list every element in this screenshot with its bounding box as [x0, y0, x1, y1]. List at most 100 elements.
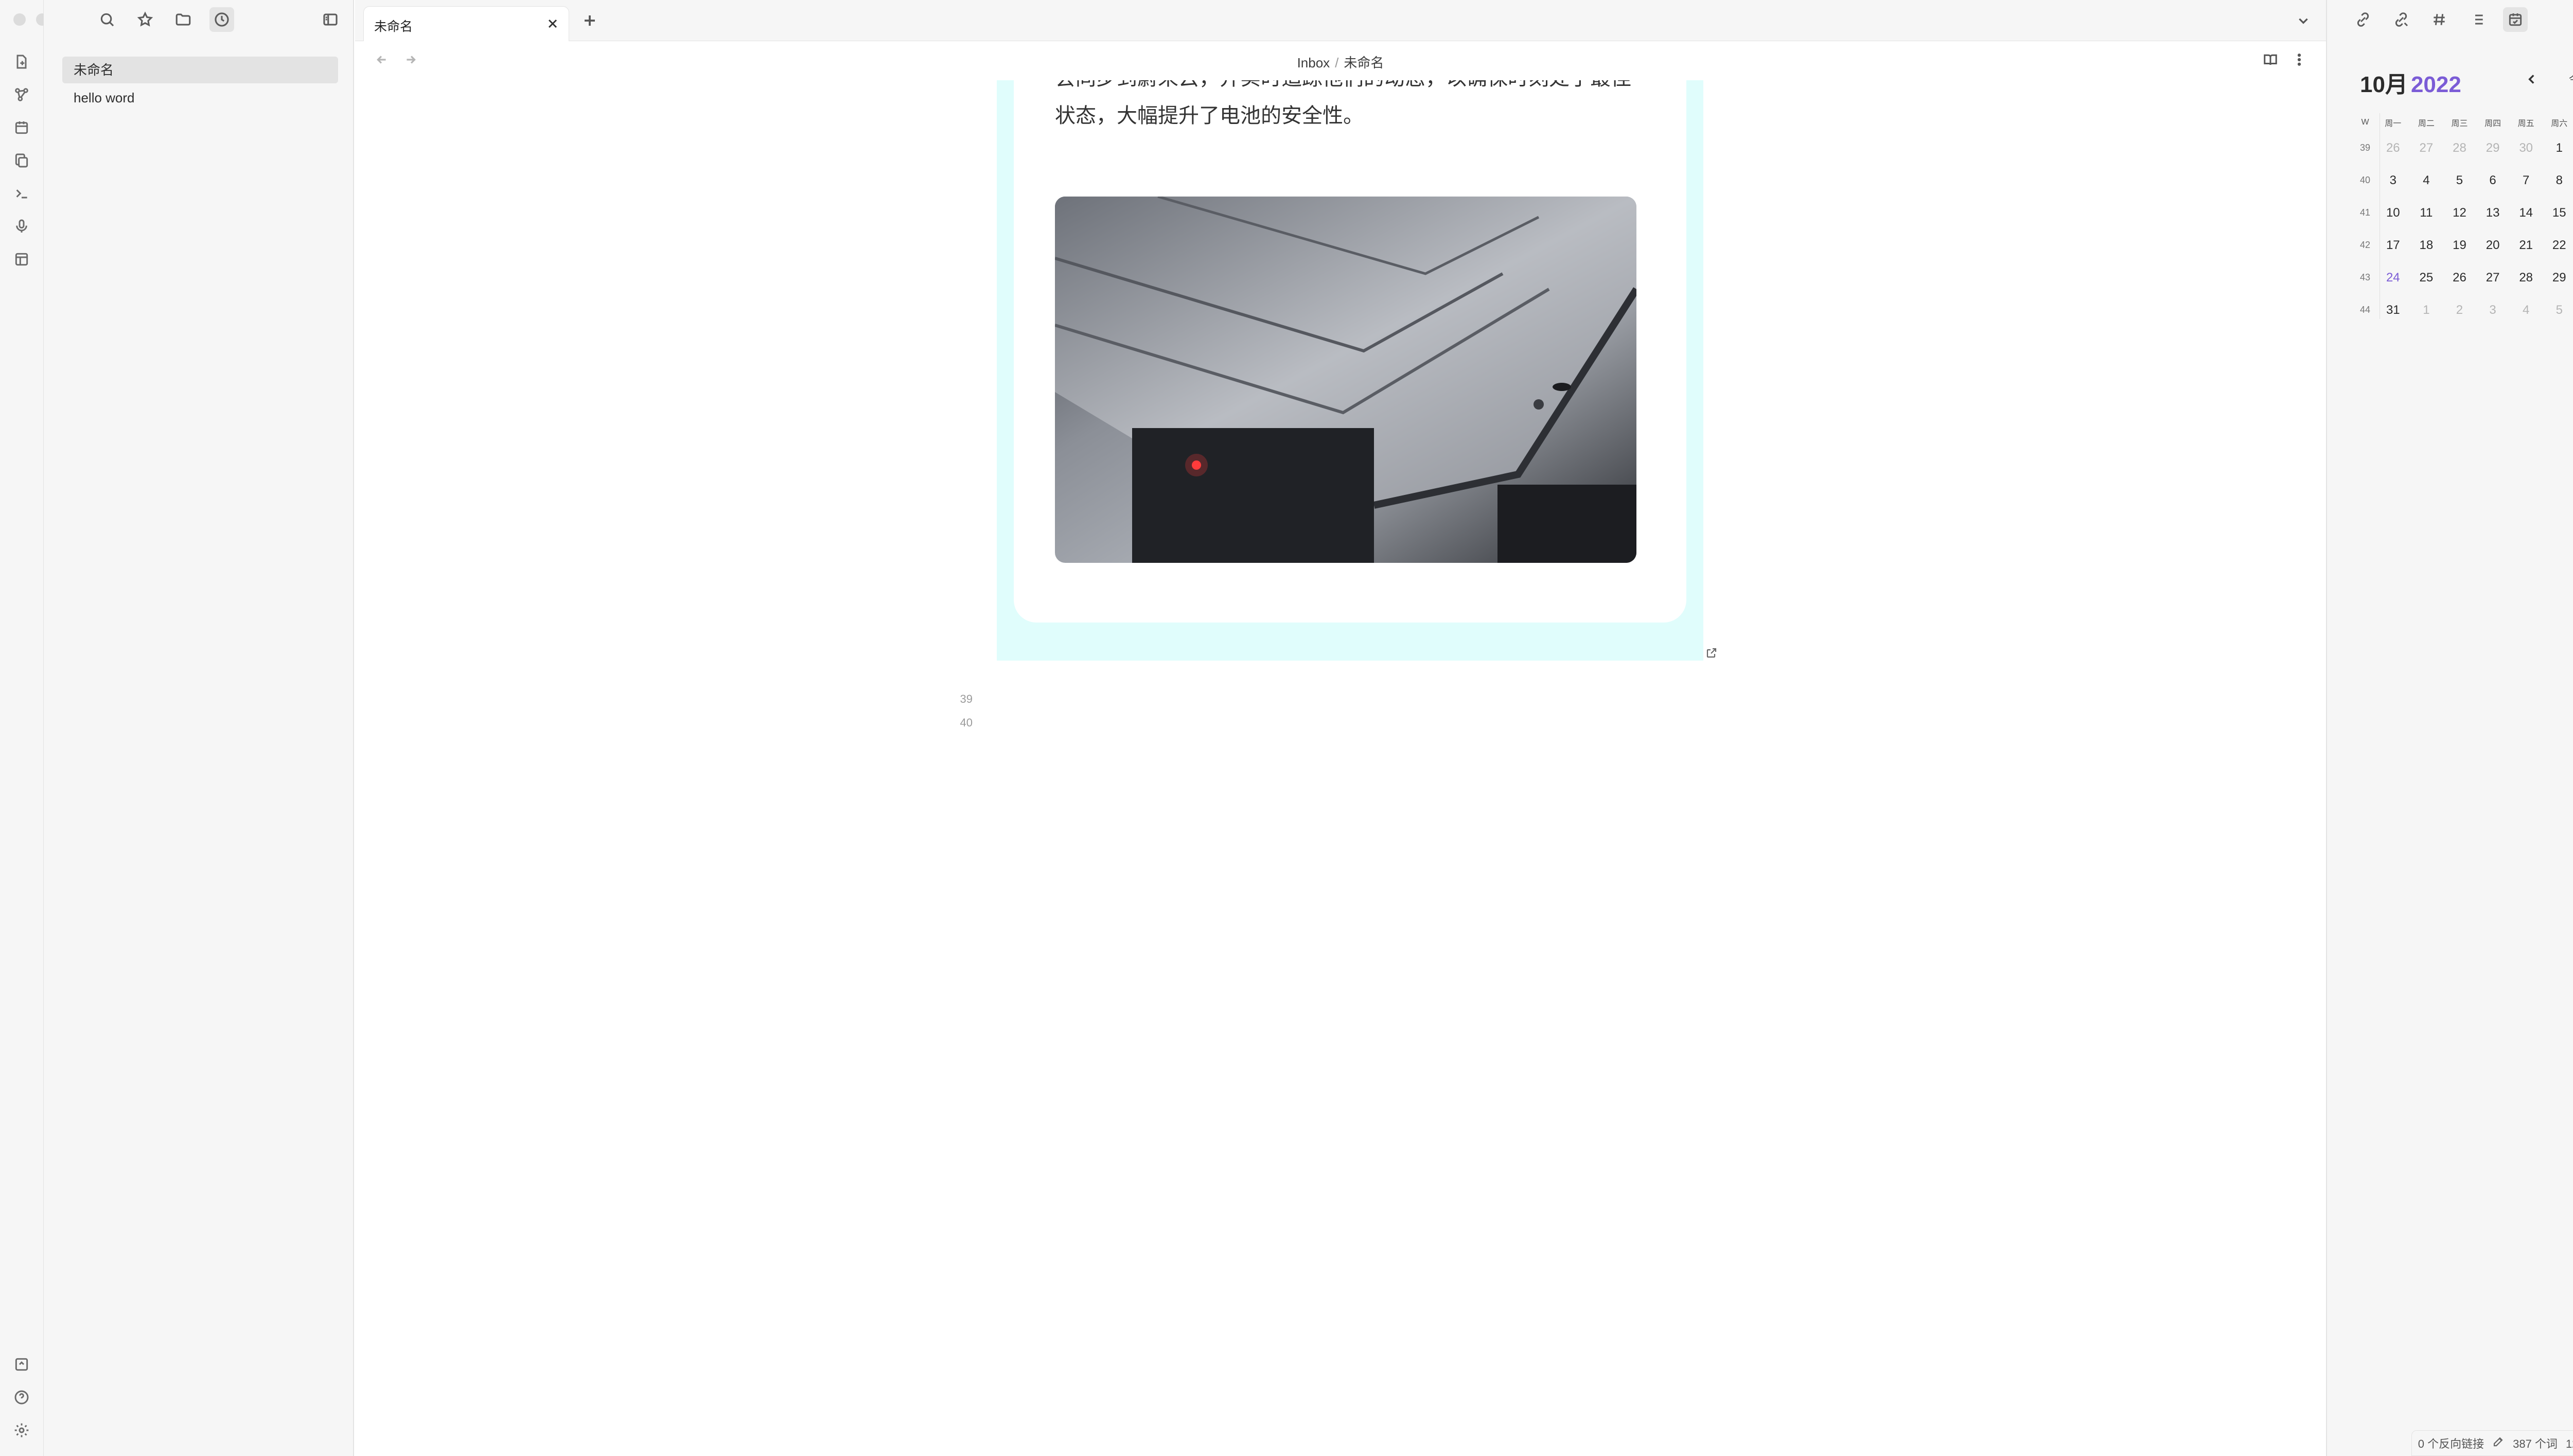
calendar-day[interactable]: 10 [2376, 206, 2410, 220]
right-sidebar-toolbar [2327, 7, 2573, 32]
calendar-week-row: 4110111213141516 [2354, 197, 2573, 229]
folder-icon[interactable] [171, 7, 196, 32]
line-number: 39 [960, 693, 973, 705]
search-icon[interactable] [95, 7, 119, 32]
calendar-day[interactable]: 14 [2509, 206, 2543, 220]
open-link-icon[interactable] [1703, 645, 1720, 661]
word-count: 387 个词 [2513, 1437, 2558, 1450]
calendar-day[interactable]: 18 [2410, 238, 2443, 253]
calendar-day[interactable]: 26 [2443, 271, 2476, 285]
file-item-untitled[interactable]: 未命名 [62, 57, 338, 83]
more-options-icon[interactable] [2288, 48, 2311, 71]
calendar-day[interactable]: 28 [2509, 271, 2543, 285]
week-number[interactable]: 42 [2354, 240, 2376, 251]
calendar-week-row: 4217181920212223 [2354, 229, 2573, 261]
help-icon[interactable] [11, 1387, 32, 1408]
chevron-down-icon[interactable] [2294, 11, 2313, 30]
calendar-day[interactable]: 13 [2476, 206, 2510, 220]
vault-icon[interactable] [11, 1354, 32, 1375]
calendar-day[interactable]: 19 [2443, 238, 2476, 253]
week-number[interactable]: 44 [2354, 305, 2376, 315]
file-plus-icon[interactable] [11, 51, 32, 72]
close-icon[interactable] [544, 15, 561, 32]
line-number: 40 [960, 716, 973, 729]
calendar-day[interactable]: 30 [2509, 141, 2543, 155]
calendar-week-row: 39262728293012 [2354, 132, 2573, 164]
editor-pane[interactable]: 会同步到蔚来云，并实时追踪他们的动态，以确保时刻处于最佳状态，大幅提升了电池的安… [355, 80, 2326, 1456]
weekday-label: 周五 [2517, 119, 2534, 128]
calendar-day[interactable]: 4 [2410, 173, 2443, 188]
week-number[interactable]: 43 [2354, 272, 2376, 283]
calendar-day[interactable]: 15 [2543, 206, 2573, 220]
calendar-day[interactable]: 27 [2410, 141, 2443, 155]
calendar-day[interactable]: 7 [2509, 173, 2543, 188]
embedded-note: 会同步到蔚来云，并实时追踪他们的动态，以确保时刻处于最佳状态，大幅提升了电池的安… [997, 80, 1703, 661]
graph-icon[interactable] [11, 84, 32, 105]
copy-icon[interactable] [11, 150, 32, 171]
backlinks-count[interactable]: 0 个反向链接 [2418, 1435, 2484, 1451]
outgoing-link-icon[interactable] [2389, 7, 2413, 32]
calendar-day[interactable]: 5 [2543, 303, 2573, 317]
breadcrumb-folder[interactable]: Inbox [1297, 55, 1330, 70]
left-ribbon [0, 0, 71, 1456]
breadcrumb-file[interactable]: 未命名 [1344, 55, 1384, 70]
calendar-day[interactable]: 29 [2476, 141, 2510, 155]
calendar-day[interactable]: 5 [2443, 173, 2476, 188]
calendar-day[interactable]: 22 [2543, 238, 2573, 253]
week-column-label: W [2361, 118, 2369, 127]
close-window-button[interactable] [13, 13, 26, 26]
outline-icon[interactable] [2465, 7, 2490, 32]
calendar-month: 10月 [2360, 72, 2408, 97]
week-number[interactable]: 40 [2354, 175, 2376, 186]
chevron-left-icon[interactable] [2522, 69, 2542, 90]
file-item-hello-word[interactable]: hello word [62, 84, 381, 111]
backlink-icon[interactable] [2351, 7, 2375, 32]
calendar-day[interactable]: 3 [2476, 303, 2510, 317]
calendar-check-icon[interactable] [2503, 7, 2528, 32]
star-icon[interactable] [133, 7, 157, 32]
calendar-day[interactable]: 25 [2410, 271, 2443, 285]
today-button[interactable]: 今天 [2569, 71, 2573, 86]
plus-icon[interactable] [579, 10, 600, 31]
calendar-day-today[interactable]: 24 [2376, 271, 2410, 285]
line-numbers: 39 40 [952, 687, 973, 735]
tab-untitled[interactable]: 未命名 [363, 6, 569, 41]
calendar-week-row: 4324252627282930 [2354, 261, 2573, 294]
calendar-icon[interactable] [11, 117, 32, 138]
week-number[interactable]: 41 [2354, 207, 2376, 218]
calendar-day[interactable]: 31 [2376, 303, 2410, 317]
breadcrumb: Inbox / 未命名 [355, 52, 2326, 72]
sidebar-toggle-icon[interactable] [318, 7, 343, 32]
calendar-day[interactable]: 11 [2410, 206, 2443, 220]
calendar-day[interactable]: 27 [2476, 271, 2510, 285]
calendar-day[interactable]: 3 [2376, 173, 2410, 188]
terminal-icon[interactable] [11, 183, 32, 204]
pencil-icon[interactable] [2492, 1435, 2505, 1451]
tag-icon[interactable] [2427, 7, 2452, 32]
view-header: Inbox / 未命名 [355, 41, 2326, 80]
calendar-grid: W 周一 周二 周三 周四 周五 周六 周日 39262728293012403… [2354, 113, 2573, 326]
right-sidebar: 10月2022 今天 W 周一 周二 周三 周四 周五 周六 周日 392627… [2326, 0, 2573, 1456]
layout-icon[interactable] [11, 249, 32, 270]
calendar-day[interactable]: 1 [2543, 141, 2573, 155]
microphone-icon[interactable] [11, 216, 32, 237]
week-number[interactable]: 39 [2354, 143, 2376, 153]
calendar-day[interactable]: 8 [2543, 173, 2573, 188]
calendar-day[interactable]: 12 [2443, 206, 2476, 220]
calendar-day[interactable]: 28 [2443, 141, 2476, 155]
calendar-day[interactable]: 26 [2376, 141, 2410, 155]
breadcrumb-separator: / [1335, 55, 1339, 70]
reading-mode-icon[interactable] [2259, 48, 2282, 71]
settings-icon[interactable] [11, 1420, 32, 1441]
calendar-day[interactable]: 6 [2476, 173, 2510, 188]
status-bar: 0 个反向链接 387 个词 1275 个字符 [2411, 1430, 2573, 1456]
calendar-day[interactable]: 29 [2543, 271, 2573, 285]
embed-text: 会同步到蔚来云，并实时追踪他们的动态，以确保时刻处于最佳状态，大幅提升了电池的安… [1055, 80, 1631, 127]
clock-icon[interactable] [209, 7, 234, 32]
calendar-day[interactable]: 1 [2410, 303, 2443, 317]
calendar-day[interactable]: 20 [2476, 238, 2510, 253]
calendar-day[interactable]: 4 [2509, 303, 2543, 317]
calendar-day[interactable]: 17 [2376, 238, 2410, 253]
calendar-day[interactable]: 2 [2443, 303, 2476, 317]
calendar-day[interactable]: 21 [2509, 238, 2543, 253]
